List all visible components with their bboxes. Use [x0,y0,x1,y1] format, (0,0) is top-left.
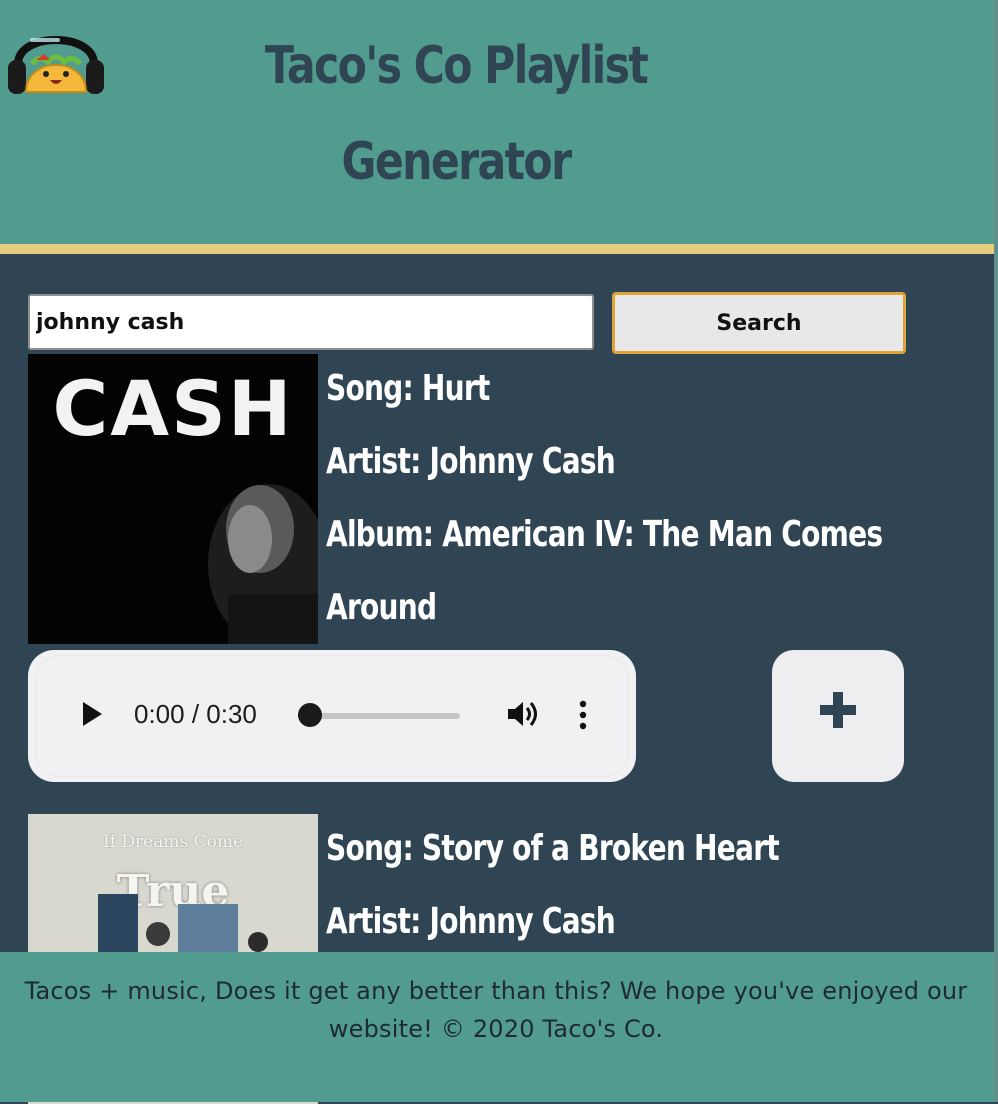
page-title: Taco's Co Playlist Generator [264,36,649,192]
window-edge [994,0,998,1102]
search-button[interactable]: Search [612,292,906,354]
artist-name: Artist: Johnny Cash [326,901,616,942]
play-icon[interactable] [80,700,104,728]
album-art-portrait [208,484,318,644]
song-title: Song: Story of a Broken Heart [326,828,780,869]
seek-thumb[interactable] [298,703,322,727]
album-art: CASH [28,354,318,644]
plus-icon [820,692,856,728]
artist-name: Artist: Johnny Cash [326,441,616,482]
site-header: Taco's Co Playlist Generator [0,0,998,244]
taco-headphones-logo [8,36,104,94]
site-footer: Tacos + music, Does it get any better th… [0,952,998,1102]
volume-icon[interactable] [506,698,540,730]
album-name: Album: American IV: The Man Comes [326,514,883,555]
audio-player: 0:00 / 0:30 [28,650,636,782]
footer-text: Tacos + music, Does it get any better th… [24,977,968,1043]
search-input[interactable] [28,294,594,350]
header-divider [0,244,998,254]
seek-slider[interactable] [298,713,460,719]
playback-time: 0:00 / 0:30 [134,699,257,729]
album-name-continued: Around [326,587,437,628]
more-options-icon[interactable] [578,700,588,730]
add-to-playlist-button[interactable] [772,650,904,782]
song-title: Song: Hurt [326,368,490,409]
audio-player-controls: 0:00 / 0:30 [36,656,628,776]
